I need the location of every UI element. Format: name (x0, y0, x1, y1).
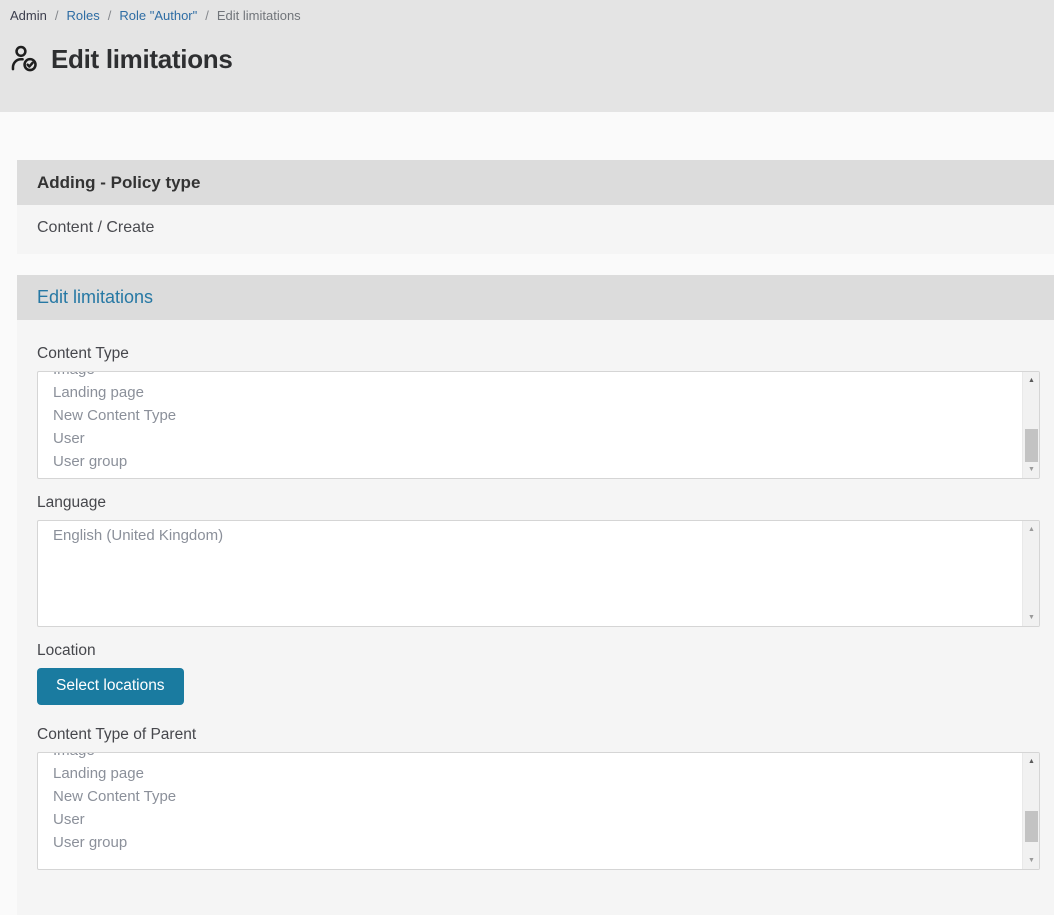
breadcrumb-item-admin[interactable]: Admin (10, 8, 47, 23)
scroll-down-icon[interactable]: ▼ (1023, 461, 1040, 478)
scrollbar[interactable]: ▲ ▼ (1022, 372, 1039, 478)
edit-limitations-panel: Edit limitations Content Type ImageLandi… (17, 275, 1054, 915)
content-type-listbox[interactable]: ImageLanding pageNew Content TypeUserUse… (37, 371, 1040, 479)
listbox-option[interactable]: New Content Type (53, 785, 1009, 808)
language-listbox[interactable]: English (United Kingdom) ▲ ▼ (37, 520, 1040, 627)
policy-type-panel-header: Adding - Policy type (17, 160, 1054, 205)
breadcrumb-separator: / (205, 8, 209, 23)
scroll-up-icon[interactable]: ▲ (1023, 753, 1040, 770)
breadcrumb: Admin / Roles / Role "Author" / Edit lim… (10, 6, 1054, 24)
listbox-option[interactable]: User group (53, 450, 1009, 473)
scrollbar[interactable]: ▲ ▼ (1022, 753, 1039, 869)
listbox-option[interactable]: User (53, 808, 1009, 831)
scrollbar[interactable]: ▲ ▼ (1022, 521, 1039, 626)
policy-type-panel-title: Adding - Policy type (37, 173, 200, 193)
breadcrumb-separator: / (55, 8, 59, 23)
select-locations-button[interactable]: Select locations (37, 668, 184, 705)
limitations-form: Content Type ImageLanding pageNew Conten… (17, 320, 1054, 915)
scroll-down-icon[interactable]: ▼ (1023, 609, 1040, 626)
page-title-row: Edit limitations (9, 43, 1054, 75)
listbox-option[interactable]: Image (53, 752, 1009, 762)
content-type-group: Content Type ImageLanding pageNew Conten… (37, 345, 1040, 479)
policy-type-panel: Adding - Policy type Content / Create (17, 160, 1054, 254)
breadcrumb-separator: / (108, 8, 112, 23)
breadcrumb-item-current: Edit limitations (217, 8, 301, 23)
edit-limitations-panel-header: Edit limitations (17, 275, 1054, 320)
location-group: Location Select locations (37, 642, 1040, 705)
page-header-band: Admin / Roles / Role "Author" / Edit lim… (0, 0, 1054, 112)
scrollbar-thumb[interactable] (1025, 429, 1038, 462)
policy-type-value: Content / Create (17, 205, 1054, 254)
content-type-of-parent-label: Content Type of Parent (37, 726, 1040, 744)
listbox-option[interactable]: New Content Type (53, 404, 1009, 427)
language-group: Language English (United Kingdom) ▲ ▼ (37, 494, 1040, 627)
listbox-option[interactable]: User group (53, 831, 1009, 854)
breadcrumb-item-roles[interactable]: Roles (66, 8, 99, 23)
listbox-option[interactable]: English (United Kingdom) (53, 524, 1009, 547)
scrollbar-thumb[interactable] (1025, 811, 1038, 842)
breadcrumb-item-role-author[interactable]: Role "Author" (119, 8, 197, 23)
scroll-up-icon[interactable]: ▲ (1023, 521, 1040, 538)
scroll-down-icon[interactable]: ▼ (1023, 852, 1040, 869)
user-check-icon (9, 43, 42, 75)
content-type-of-parent-listbox[interactable]: ImageLanding pageNew Content TypeUserUse… (37, 752, 1040, 870)
location-label: Location (37, 642, 1040, 660)
content-type-label: Content Type (37, 345, 1040, 363)
edit-limitations-panel-title: Edit limitations (37, 287, 153, 308)
listbox-option[interactable]: Landing page (53, 381, 1009, 404)
listbox-option[interactable]: Image (53, 371, 1009, 381)
language-label: Language (37, 494, 1040, 512)
scroll-up-icon[interactable]: ▲ (1023, 372, 1040, 389)
page-title: Edit limitations (51, 44, 233, 75)
listbox-option[interactable]: Landing page (53, 762, 1009, 785)
content-type-of-parent-group: Content Type of Parent ImageLanding page… (37, 726, 1040, 870)
listbox-option[interactable]: User (53, 427, 1009, 450)
